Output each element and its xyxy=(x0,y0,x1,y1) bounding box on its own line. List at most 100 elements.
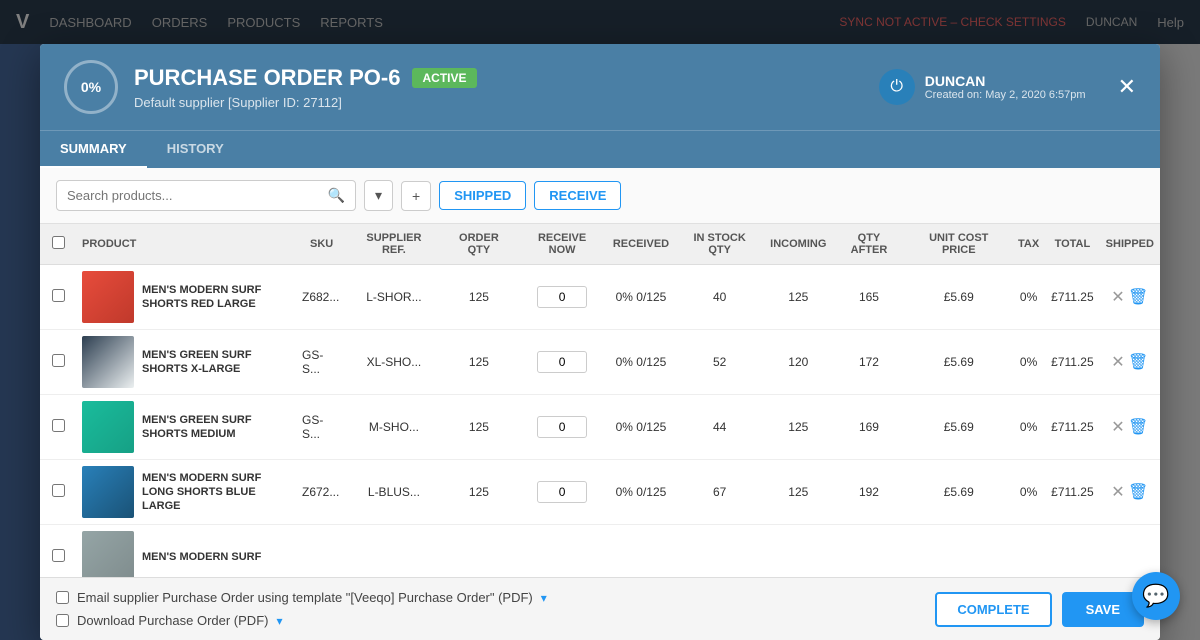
sku-2: GS-S... xyxy=(296,395,347,460)
row-checkbox-2[interactable] xyxy=(52,419,65,432)
in-stock-1: 52 xyxy=(675,330,764,395)
receive-now-input-0[interactable] xyxy=(537,286,587,308)
modal-supplier: Default supplier [Supplier ID: 27112] xyxy=(134,95,863,110)
qty-after-4 xyxy=(832,525,905,578)
supplier-ref-2: M-SHO... xyxy=(347,395,440,460)
cancel-row-3[interactable]: ✕ xyxy=(1111,484,1124,501)
receive-now-1[interactable] xyxy=(517,330,607,395)
progress-circle: 0% xyxy=(64,60,118,114)
table-row: MEN'S MODERN SURF xyxy=(40,525,1160,578)
product-cell-1: MEN'S GREEN SURF SHORTS X-LARGE xyxy=(82,336,290,388)
total-3: £711.25 xyxy=(1045,460,1100,525)
modal-user-name: DUNCAN xyxy=(925,73,1086,89)
complete-button[interactable]: COMPLETE xyxy=(935,592,1051,627)
modal-header: 0% PURCHASE ORDER PO-6 ACTIVE Default su… xyxy=(40,44,1160,130)
purchase-order-modal: 0% PURCHASE ORDER PO-6 ACTIVE Default su… xyxy=(40,44,1160,640)
add-button[interactable]: + xyxy=(401,181,431,211)
shipped-button[interactable]: SHIPPED xyxy=(439,181,526,210)
product-name-0: MEN'S MODERN SURF SHORTS RED LARGE xyxy=(142,283,290,312)
table-row: MEN'S GREEN SURF SHORTS X-LARGE GS-S... … xyxy=(40,330,1160,395)
modal-user-date: Created on: May 2, 2020 6:57pm xyxy=(925,89,1086,101)
unit-cost-1: £5.69 xyxy=(906,330,1012,395)
qty-after-0: 165 xyxy=(832,265,905,330)
product-cell-0: MEN'S MODERN SURF SHORTS RED LARGE xyxy=(82,271,290,323)
delete-row-1[interactable]: 🗑 xyxy=(1128,354,1148,371)
total-2: £711.25 xyxy=(1045,395,1100,460)
receive-now-4[interactable] xyxy=(517,525,607,578)
modal-body: 🔍 ▾ + SHIPPED RECEIVE PRODUCT SKU SUPPLI… xyxy=(40,168,1160,577)
order-qty-0: 125 xyxy=(441,265,518,330)
total-0: £711.25 xyxy=(1045,265,1100,330)
in-stock-2: 44 xyxy=(675,395,764,460)
search-input[interactable] xyxy=(67,188,328,203)
tax-2: 0% xyxy=(1012,395,1045,460)
supplier-ref-3: L-BLUS... xyxy=(347,460,440,525)
in-stock-3: 67 xyxy=(675,460,764,525)
product-name-4: MEN'S MODERN SURF xyxy=(142,550,261,564)
col-product: PRODUCT xyxy=(76,224,296,265)
email-dropdown-icon[interactable]: ▾ xyxy=(541,591,547,605)
row-checkbox-1[interactable] xyxy=(52,354,65,367)
footer-right: COMPLETE SAVE xyxy=(935,592,1144,627)
row-checkbox-4[interactable] xyxy=(52,549,65,562)
status-badge: ACTIVE xyxy=(412,68,476,88)
chat-button[interactable]: 💬 xyxy=(1132,572,1180,620)
receive-now-2[interactable] xyxy=(517,395,607,460)
delete-row-0[interactable]: 🗑 xyxy=(1128,289,1148,306)
cancel-row-0[interactable]: ✕ xyxy=(1111,289,1124,306)
cancel-row-1[interactable]: ✕ xyxy=(1111,354,1124,371)
email-label: Email supplier Purchase Order using temp… xyxy=(77,590,533,605)
download-dropdown-icon[interactable]: ▾ xyxy=(276,614,282,628)
modal-tabs: SUMMARY HISTORY xyxy=(40,130,1160,168)
receive-now-3[interactable] xyxy=(517,460,607,525)
delete-row-3[interactable]: 🗑 xyxy=(1128,484,1148,501)
table-row: MEN'S MODERN SURF SHORTS RED LARGE Z682.… xyxy=(40,265,1160,330)
download-checkbox[interactable] xyxy=(56,614,69,627)
download-checkbox-row: Download Purchase Order (PDF) ▾ xyxy=(56,613,547,628)
unit-cost-2: £5.69 xyxy=(906,395,1012,460)
order-qty-4 xyxy=(441,525,518,578)
receive-now-input-2[interactable] xyxy=(537,416,587,438)
incoming-2: 125 xyxy=(764,395,832,460)
supplier-ref-4 xyxy=(347,525,440,578)
row-checkbox-3[interactable] xyxy=(52,484,65,497)
footer-left: Email supplier Purchase Order using temp… xyxy=(56,590,547,628)
download-label: Download Purchase Order (PDF) xyxy=(77,613,268,628)
email-checkbox[interactable] xyxy=(56,591,69,604)
received-0: 0% 0/125 xyxy=(607,265,675,330)
tab-history[interactable]: HISTORY xyxy=(147,131,244,168)
receive-now-input-1[interactable] xyxy=(537,351,587,373)
incoming-4 xyxy=(764,525,832,578)
incoming-1: 120 xyxy=(764,330,832,395)
select-all-checkbox[interactable] xyxy=(52,236,65,249)
unit-cost-4 xyxy=(906,525,1012,578)
receive-now-input-3[interactable] xyxy=(537,481,587,503)
col-total: TOTAL xyxy=(1045,224,1100,265)
product-thumb-1 xyxy=(82,336,134,388)
col-in-stock: IN STOCK QTY xyxy=(675,224,764,265)
delete-row-2[interactable]: 🗑 xyxy=(1128,419,1148,436)
in-stock-0: 40 xyxy=(675,265,764,330)
col-qty-after: QTY AFTER xyxy=(832,224,905,265)
receive-button[interactable]: RECEIVE xyxy=(534,181,621,210)
product-thumb-3 xyxy=(82,466,134,518)
dropdown-button[interactable]: ▾ xyxy=(364,180,393,211)
tax-4 xyxy=(1012,525,1045,578)
order-qty-3: 125 xyxy=(441,460,518,525)
tax-0: 0% xyxy=(1012,265,1045,330)
receive-now-0[interactable] xyxy=(517,265,607,330)
incoming-3: 125 xyxy=(764,460,832,525)
received-2: 0% 0/125 xyxy=(607,395,675,460)
row-checkbox-0[interactable] xyxy=(52,289,65,302)
tab-summary[interactable]: SUMMARY xyxy=(40,131,147,168)
modal-user-area: ⏻ DUNCAN Created on: May 2, 2020 6:57pm xyxy=(879,69,1086,105)
modal-overlay: 0% PURCHASE ORDER PO-6 ACTIVE Default su… xyxy=(0,0,1200,640)
product-name-2: MEN'S GREEN SURF SHORTS MEDIUM xyxy=(142,413,290,442)
in-stock-4 xyxy=(675,525,764,578)
product-name-1: MEN'S GREEN SURF SHORTS X-LARGE xyxy=(142,348,290,377)
close-button[interactable]: ✕ xyxy=(1118,76,1136,98)
cancel-row-2[interactable]: ✕ xyxy=(1111,419,1124,436)
order-qty-1: 125 xyxy=(441,330,518,395)
search-box[interactable]: 🔍 xyxy=(56,180,356,211)
product-thumb-0 xyxy=(82,271,134,323)
